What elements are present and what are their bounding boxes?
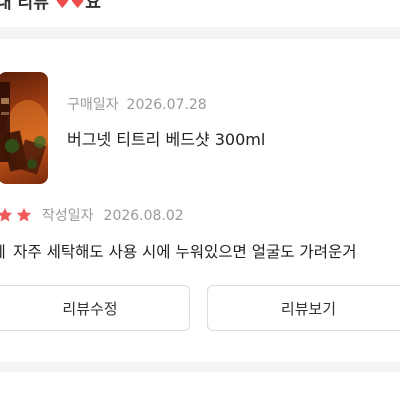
star-icon bbox=[16, 207, 32, 222]
written-date: 2026.08.02 bbox=[103, 208, 184, 224]
purchase-info: 구매일자 2026.07.28 bbox=[67, 94, 207, 114]
review-meta: 작성일자 2026.08.02 bbox=[0, 205, 184, 225]
written-info: 작성일자 2026.08.02 bbox=[42, 205, 184, 225]
product-name[interactable]: 버그넷 티트리 베드샷 300ml bbox=[67, 126, 265, 150]
review-text[interactable]: ㅔ 자주 세탁해도 사용 시에 누워있으면 얼굴도 가려운거 bbox=[0, 240, 356, 262]
section-divider bbox=[0, 27, 400, 39]
top-strip: 내 리뷰 ♥♥요 bbox=[0, 0, 400, 26]
purchase-date: 2026.07.28 bbox=[126, 97, 207, 113]
section-divider bbox=[0, 362, 400, 372]
written-date-label: 작성일자 bbox=[42, 208, 94, 224]
product-photo-icon bbox=[0, 82, 48, 175]
star-rating bbox=[0, 206, 33, 224]
title-prefix: 내 리뷰 bbox=[0, 0, 49, 13]
product-thumbnail[interactable] bbox=[0, 72, 48, 184]
view-review-button[interactable]: 리뷰보기 bbox=[207, 285, 400, 331]
purchase-date-label: 구매일자 bbox=[67, 97, 119, 113]
heart-icon: ♥♥ bbox=[54, 0, 86, 13]
title-suffix: 요 bbox=[85, 0, 101, 13]
star-icon bbox=[0, 207, 13, 222]
section-title: 내 리뷰 ♥♥요 bbox=[0, 0, 101, 13]
edit-review-button[interactable]: 리뷰수정 bbox=[0, 285, 190, 331]
